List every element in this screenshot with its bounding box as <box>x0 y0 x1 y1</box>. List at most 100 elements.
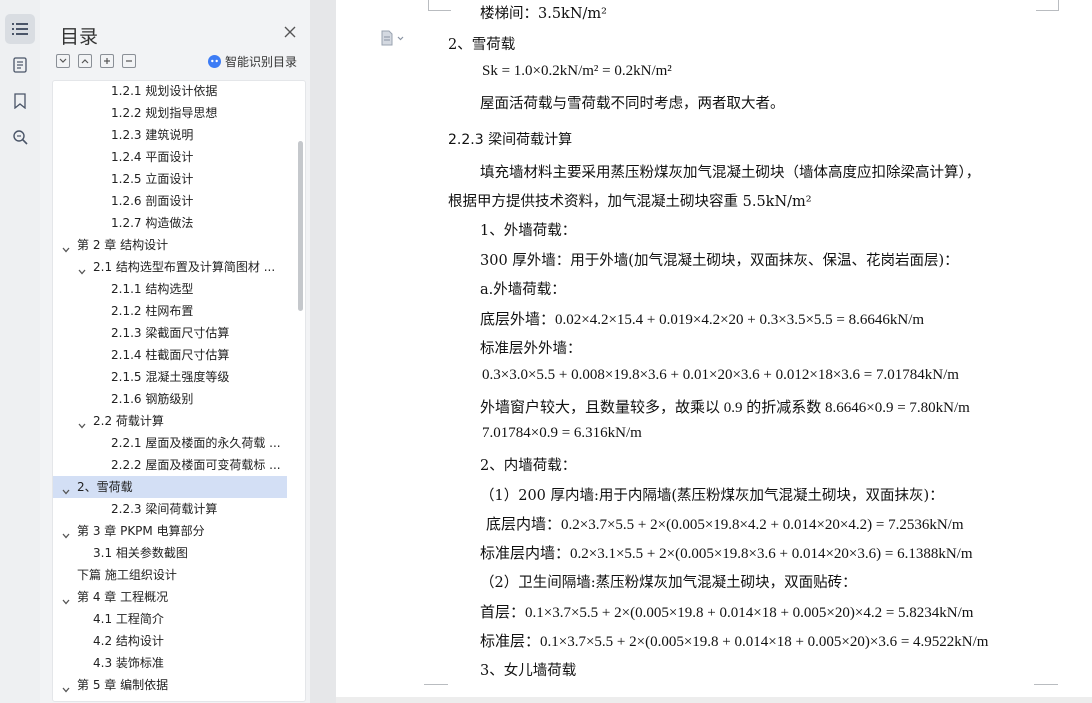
toc-item[interactable]: 2、雪荷载 <box>53 476 287 498</box>
toc-item[interactable]: 1.2.6 剖面设计 <box>53 190 287 212</box>
collapse-up-icon[interactable] <box>78 54 92 68</box>
toc-item[interactable]: 2.2 荷载计算 <box>53 410 287 432</box>
doc-line: 1、外墙荷载： <box>480 223 577 239</box>
toc-item-label: 1.2.7 构造做法 <box>111 216 194 230</box>
bookmark-icon[interactable] <box>5 86 35 116</box>
toc-item[interactable]: 3.1 相关参数截图 <box>53 542 287 564</box>
toc-item[interactable]: 第 3 章 PKPM 电算部分 <box>53 520 287 542</box>
document-page: 楼梯间：3.5kN/m² 2、雪荷载 Sk = 1.0×0.2kN/m² = 0… <box>336 0 1092 703</box>
toc-item-label: 2.2.1 屋面及楼面的永久荷载 ... <box>111 436 281 450</box>
search-zoom-icon[interactable] <box>5 122 35 152</box>
doc-line: 标准层外外墙： <box>480 341 582 357</box>
smart-toc-icon <box>208 55 221 68</box>
chevron-down-icon[interactable] <box>61 482 71 495</box>
toc-item[interactable]: 2.1.1 结构选型 <box>53 278 287 300</box>
toc-panel: 目录 智能识别目录 1.2.1 规划设计依据 1.2.2 规划指导思想 1.2.3 … <box>40 0 310 703</box>
document-icon[interactable] <box>5 50 35 80</box>
doc-formula: 外墙窗户较大，且数量较多，故乘以 0.9 的折减系数 8.6646×0.9 = … <box>480 400 970 416</box>
toc-item[interactable]: 1.2.7 构造做法 <box>53 212 287 234</box>
toc-item[interactable]: 下篇 施工组织设计 <box>53 564 287 586</box>
smart-toc-button[interactable]: 智能识别目录 <box>208 53 297 70</box>
toc-item[interactable]: 1.2.2 规划指导思想 <box>53 102 287 124</box>
margin-mark-top-left <box>428 0 451 11</box>
toc-item-label: 2.1.1 结构选型 <box>111 282 194 296</box>
toc-item[interactable]: 1.2.1 规划设计依据 <box>53 81 287 102</box>
toc-toggle-icon[interactable] <box>5 14 35 44</box>
toc-item[interactable]: 第 5 章 编制依据 <box>53 674 287 696</box>
toc-scrollbar[interactable] <box>298 141 303 311</box>
toc-item-label: 4.3 装饰标准 <box>93 656 164 670</box>
toc-item-label: 1.2.2 规划指导思想 <box>111 106 218 120</box>
toc-item[interactable]: 2.1.6 钢筋级别 <box>53 388 287 410</box>
doc-formula: 标准层内墙：0.2×3.1×5.5 + 2×(0.005×19.8×3.6 + … <box>480 546 973 562</box>
chevron-down-icon[interactable] <box>61 592 71 605</box>
toc-item[interactable]: 1.2.4 平面设计 <box>53 146 287 168</box>
toc-item-label: 1.2.3 建筑说明 <box>111 128 194 142</box>
margin-mark-top-right <box>1036 0 1059 11</box>
toc-toolbar <box>56 54 136 70</box>
toc-item-label: 4.2 结构设计 <box>93 634 164 648</box>
toc-item-label: 2.1.3 梁截面尺寸估算 <box>111 326 230 340</box>
toc-item[interactable]: 4.2 结构设计 <box>53 630 287 652</box>
toc-item[interactable]: 2.1.4 柱截面尺寸估算 <box>53 344 287 366</box>
doc-line: 填充墙材料主要采用蒸压粉煤灰加气混凝土砌块（墙体高度应扣除梁高计算）， <box>480 165 981 181</box>
toc-item[interactable]: 2.1.5 混凝土强度等级 <box>53 366 287 388</box>
collapse-down-icon[interactable] <box>56 54 70 68</box>
doc-formula: 底层内墙：0.2×3.7×5.5 + 2×(0.005×19.8×4.2 + 0… <box>486 517 964 533</box>
toc-item-label: 2.1.6 钢筋级别 <box>111 392 194 406</box>
chevron-down-icon[interactable] <box>61 526 71 539</box>
doc-heading: 2、雪荷载 <box>448 37 516 53</box>
toc-item[interactable]: 第 2 章 结构设计 <box>53 234 287 256</box>
doc-formula: 7.01784×0.9 = 6.316kN/m <box>482 425 642 441</box>
toc-item[interactable]: 2.1 结构选型布置及计算简图材 ... <box>53 256 287 278</box>
chevron-down-icon[interactable] <box>61 240 71 253</box>
toc-item-label: 第 5 章 编制依据 <box>77 678 169 692</box>
doc-line: 根据甲方提供技术资料，加气混凝土砌块容重 5.5kN/m² <box>448 194 812 210</box>
toc-item[interactable]: 2.2.2 屋面及楼面可变荷载标 ... <box>53 454 287 476</box>
toc-item-label: 4.1 工程简介 <box>93 612 164 626</box>
doc-formula: Sk = 1.0×0.2kN/m² = 0.2kN/m² <box>482 63 672 79</box>
doc-line: 300 厚外墙：用于外墙(加气混凝土砌块，双面抹灰、保温、花岗岩面层)： <box>480 253 959 269</box>
toc-item[interactable]: 1.2.3 建筑说明 <box>53 124 287 146</box>
doc-formula: 首层：0.1×3.7×5.5 + 2×(0.005×19.8 + 0.014×1… <box>480 605 974 621</box>
doc-line: （1）200 厚内墙:用于内隔墙(蒸压粉煤灰加气混凝土砌块，双面抹灰)： <box>480 488 944 504</box>
toc-item-label: 2.1.2 柱网布置 <box>111 304 194 318</box>
toc-item-label: 3.1 相关参数截图 <box>93 546 188 560</box>
toc-item[interactable]: 2.2.1 屋面及楼面的永久荷载 ... <box>53 432 287 454</box>
chevron-down-icon[interactable] <box>77 416 87 429</box>
toc-item[interactable]: 4.3 装饰标准 <box>53 652 287 674</box>
toc-item[interactable]: 1.2.5 立面设计 <box>53 168 287 190</box>
toc-item-label: 2.1.5 混凝土强度等级 <box>111 370 230 384</box>
doc-line: 屋面活荷载与雪荷载不同时考虑，两者取大者。 <box>480 96 785 112</box>
doc-formula: 0.3×3.0×5.5 + 0.008×19.8×3.6 + 0.01×20×3… <box>482 367 959 383</box>
doc-formula: 标准层：0.1×3.7×5.5 + 2×(0.005×19.8 + 0.014×… <box>480 634 989 650</box>
toc-item[interactable]: 4.1 工程简介 <box>53 608 287 630</box>
horizontal-scrollbar[interactable] <box>336 697 1092 703</box>
doc-line: （2）卫生间隔墙:蒸压粉煤灰加气混凝土砌块，双面贴砖： <box>480 575 857 591</box>
close-icon[interactable] <box>282 24 298 40</box>
doc-formula: 底层外墙：0.02×4.2×15.4 + 0.019×4.2×20 + 0.3×… <box>480 312 925 328</box>
toc-item-label: 2.1 结构选型布置及计算简图材 ... <box>93 260 276 274</box>
toc-item[interactable]: 2.1.2 柱网布置 <box>53 300 287 322</box>
toc-item-label: 2.2.3 梁间荷载计算 <box>111 502 218 516</box>
chevron-down-icon[interactable] <box>61 680 71 693</box>
toc-item[interactable]: 2.1.3 梁截面尺寸估算 <box>53 322 287 344</box>
chevron-down-icon[interactable] <box>77 262 87 275</box>
collapse-minus-icon[interactable] <box>122 54 136 68</box>
doc-line: 2、内墙荷载： <box>480 458 577 474</box>
expand-plus-icon[interactable] <box>100 54 114 68</box>
toc-item-label: 2、雪荷载 <box>77 480 133 494</box>
toc-item-label: 1.2.6 剖面设计 <box>111 194 194 208</box>
page-menu-icon[interactable] <box>380 30 406 50</box>
toc-item-label: 1.2.1 规划设计依据 <box>111 84 218 98</box>
toc-title: 目录 <box>60 26 99 48</box>
toc-item[interactable]: 第 4 章 工程概况 <box>53 586 287 608</box>
doc-line: a.外墙荷载： <box>480 282 566 298</box>
toc-item-label: 2.1.4 柱截面尺寸估算 <box>111 348 230 362</box>
page-gutter <box>310 0 336 703</box>
toc-item[interactable]: 2.2.3 梁间荷载计算 <box>53 498 287 520</box>
toc-list: 1.2.1 规划设计依据 1.2.2 规划指导思想 1.2.3 建筑说明 1.2.4 … <box>52 80 306 702</box>
toc-item-label: 第 3 章 PKPM 电算部分 <box>77 524 205 538</box>
toc-item-label: 2.2 荷载计算 <box>93 414 164 428</box>
toc-item-label: 2.2.2 屋面及楼面可变荷载标 ... <box>111 458 281 472</box>
